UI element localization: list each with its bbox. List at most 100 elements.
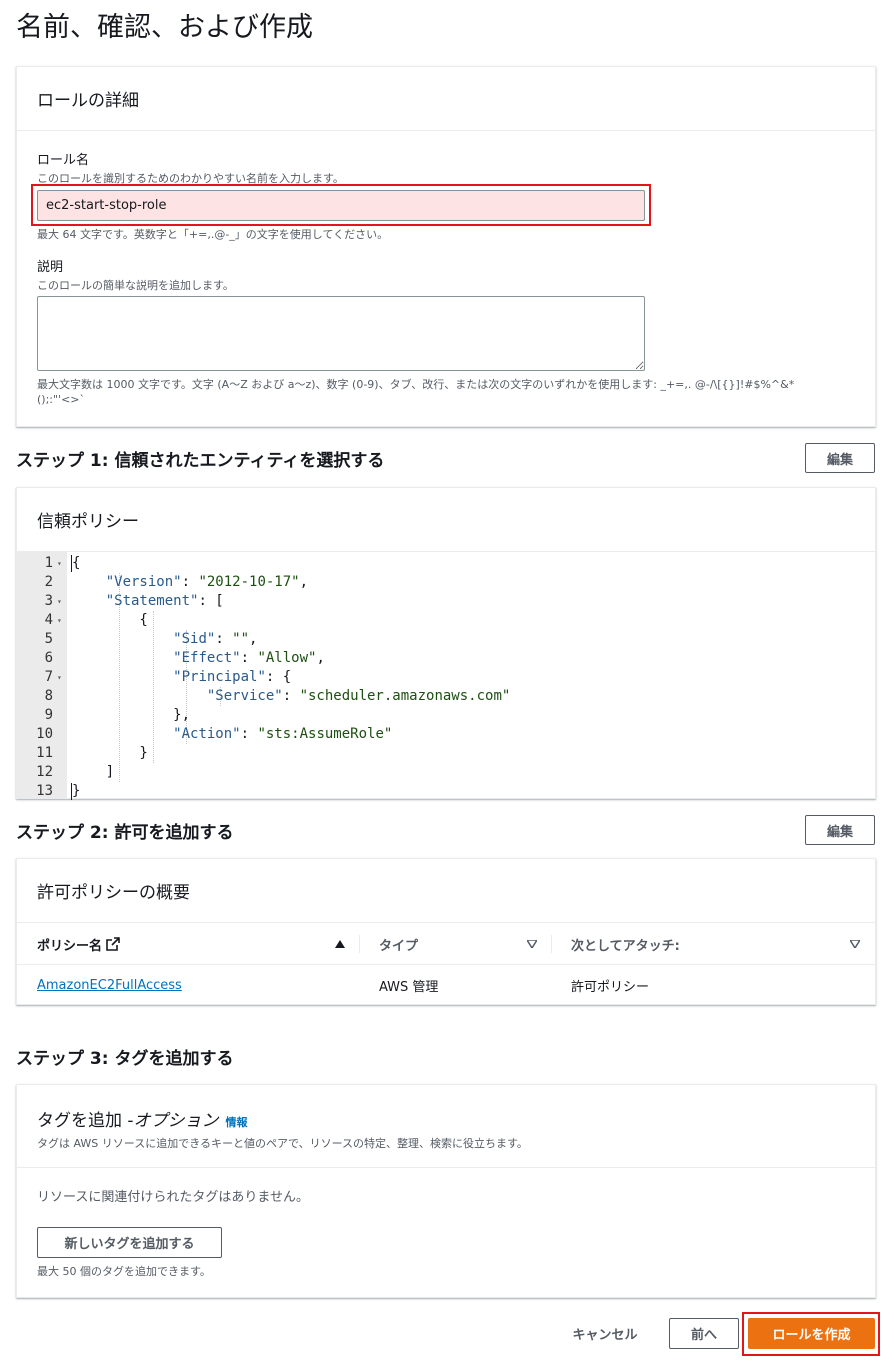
step1-title: ステップ 1: 信頼されたエンティティを選択する	[16, 451, 385, 471]
code-line: 1 ▾ {	[17, 554, 875, 573]
code-line: 12 ]	[17, 763, 875, 782]
tags-heading: タグを追加 -	[37, 1111, 134, 1131]
code-text: "Effect": "Allow",	[173, 650, 325, 666]
code-line: 13}	[17, 782, 875, 801]
fold-arrow-icon[interactable]: ▾	[57, 592, 62, 611]
json-value: ""	[232, 631, 250, 647]
sort-descending-icon[interactable]	[527, 940, 537, 948]
description-label: 説明	[37, 260, 64, 275]
info-link[interactable]: 情報	[226, 1114, 248, 1130]
external-link-icon	[106, 937, 120, 951]
description-help: このロールの簡単な説明を追加します。	[37, 279, 234, 292]
line-number: 2	[44, 574, 53, 590]
json-value: "sts:AssumeRole"	[257, 726, 393, 742]
role-name-label: ロール名	[37, 153, 90, 168]
tags-panel: タグを追加 - オプション 情報 タグは AWS リソースに追加できるキーと値の…	[16, 1084, 876, 1298]
column-divider	[359, 935, 360, 953]
no-tags-text: リソースに関連付けられたタグはありません。	[37, 1190, 309, 1205]
line-number: 5	[44, 631, 53, 647]
role-details-panel: ロールの詳細 ロール名 このロールを識別するためのわかりやすい名前を入力します。…	[16, 66, 876, 427]
table-row: AmazonEC2FullAccess AWS 管理 許可ポリシー	[17, 965, 875, 1005]
role-name-highlight	[31, 184, 651, 226]
fold-arrow-icon[interactable]: ▾	[57, 668, 62, 687]
code-line: 4 ▾ {	[17, 611, 875, 630]
json-value: "Allow"	[257, 650, 317, 666]
trust-policy-code-editor[interactable]: 1 ▾{2 "Version": "2012-10-17", 3 ▾ "Stateme…	[17, 552, 875, 801]
fold-arrow-icon[interactable]: ▾	[57, 611, 62, 630]
column-policy-name[interactable]: ポリシー名	[37, 923, 120, 965]
column-attached-as[interactable]: 次としてアタッチ:	[571, 923, 680, 965]
code-line: 7 ▾ "Principal": {	[17, 668, 875, 687]
tags-panel-header: タグを追加 - オプション 情報 タグは AWS リソースに追加できるキーと値の…	[17, 1085, 875, 1168]
role-name-hint: 最大 64 文字です。英数字と「+=,.@-_」の文字を使用してください。	[37, 228, 389, 241]
code-line: 8 "Service": "scheduler.amazonaws.com"	[17, 687, 875, 706]
code-text: "Service": "scheduler.amazonaws.com"	[206, 688, 511, 704]
sort-descending-icon[interactable]	[850, 940, 860, 948]
code-text: },	[72, 707, 191, 723]
trust-policy-panel: 信頼ポリシー 1 ▾{2 "Version": "2012-10-17", 3 ▾ "…	[16, 487, 876, 801]
column-type[interactable]: タイプ	[379, 923, 418, 965]
line-number: 3	[44, 593, 53, 609]
cancel-button[interactable]: キャンセル	[562, 1318, 648, 1349]
fold-arrow-icon[interactable]: ▾	[57, 554, 62, 573]
column-divider	[551, 935, 552, 953]
code-text: ]	[72, 764, 115, 780]
create-role-highlight	[742, 1312, 880, 1356]
description-textarea[interactable]	[37, 296, 645, 371]
tags-heading-optional: オプション	[133, 1111, 219, 1131]
json-key: "Version"	[105, 574, 182, 590]
code-line: 9 },	[17, 706, 875, 725]
code-line: 11 }	[17, 744, 875, 763]
json-key: "Statement"	[105, 593, 199, 609]
step2-title: ステップ 2: 許可を追加する	[16, 823, 234, 843]
sort-ascending-icon[interactable]	[335, 940, 345, 948]
line-number: 9	[44, 707, 53, 723]
code-text: }	[72, 745, 148, 761]
column-policy-name-label: ポリシー名	[37, 938, 103, 954]
permissions-summary-heading: 許可ポリシーの概要	[17, 859, 875, 923]
line-number: 6	[44, 650, 53, 666]
code-text: "Statement": [	[105, 593, 224, 609]
tags-description: タグは AWS リソースに追加できるキーと値のペアで、リソースの特定、整理、検索…	[37, 1137, 528, 1150]
step2-edit-button[interactable]: 編集	[805, 815, 875, 845]
code-text: "Action": "sts:AssumeRole"	[173, 726, 393, 742]
role-details-heading: ロールの詳細	[17, 67, 875, 131]
line-number: 1	[44, 555, 53, 571]
json-key: "Effect"	[173, 650, 241, 666]
json-key: "Service"	[206, 688, 283, 704]
code-text: {	[72, 612, 148, 628]
line-number: 13	[36, 783, 53, 799]
line-number: 11	[36, 745, 53, 761]
policy-attached-as-cell: 許可ポリシー	[571, 979, 650, 995]
code-line: 5 "Sid": "",	[17, 630, 875, 649]
column-attached-as-label: 次としてアタッチ:	[571, 938, 680, 954]
line-number: 8	[44, 688, 53, 704]
code-text: {	[72, 555, 81, 571]
policy-name-link[interactable]: AmazonEC2FullAccess	[37, 978, 182, 993]
add-tag-hint: 最大 50 個のタグを追加できます。	[37, 1265, 211, 1278]
line-number: 7	[44, 669, 53, 685]
previous-button[interactable]: 前へ	[669, 1318, 739, 1349]
permissions-table-header: ポリシー名 タイプ 次としてアタッチ:	[17, 923, 875, 965]
code-text: }	[72, 783, 81, 799]
text-cursor	[71, 783, 72, 800]
text-cursor	[71, 555, 72, 572]
line-number: 4	[44, 612, 53, 628]
code-line: 10 "Action": "sts:AssumeRole"	[17, 725, 875, 744]
page-title: 名前、確認、および作成	[16, 12, 313, 43]
trust-policy-heading: 信頼ポリシー	[17, 488, 875, 552]
step1-edit-button[interactable]: 編集	[805, 443, 875, 473]
description-hint-line-2: ();:"'<>`	[37, 393, 86, 406]
code-text: "Version": "2012-10-17",	[105, 574, 309, 590]
code-line: 2 "Version": "2012-10-17",	[17, 573, 875, 592]
code-line: 3 ▾ "Statement": [	[17, 592, 875, 611]
json-key: "Action"	[173, 726, 241, 742]
column-type-label: タイプ	[379, 938, 419, 954]
json-key: "Sid"	[173, 631, 216, 647]
permissions-summary-panel: 許可ポリシーの概要 ポリシー名 タイプ 次としてアタッチ: AmazonEC2F…	[16, 858, 876, 1005]
line-number: 10	[36, 726, 53, 742]
json-value: "2012-10-17"	[198, 574, 300, 590]
code-line: 6 "Effect": "Allow",	[17, 649, 875, 668]
line-number: 12	[36, 764, 53, 780]
add-new-tag-button[interactable]: 新しいタグを追加する	[37, 1227, 222, 1258]
